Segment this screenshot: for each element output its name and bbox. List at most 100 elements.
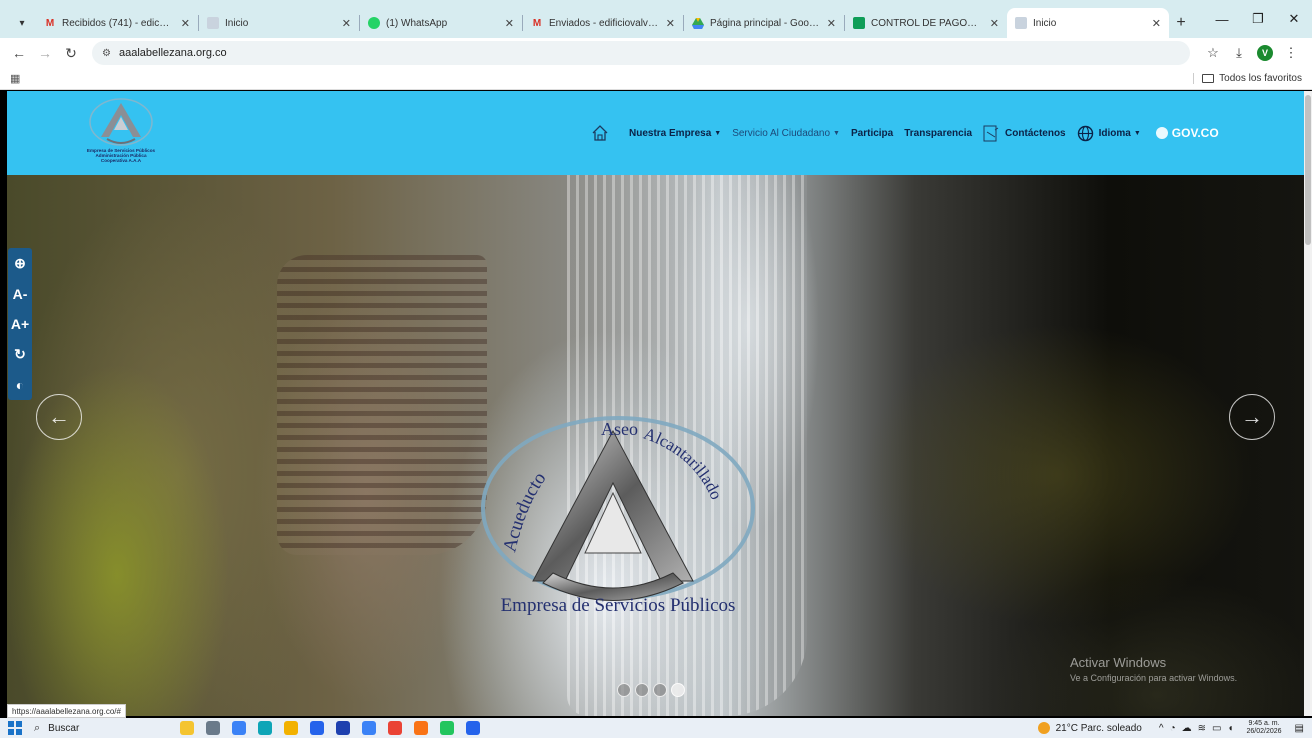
nav-servicio-ciudadano[interactable]: Servicio Al Ciudadano ▼ [732, 128, 840, 139]
reset-icon[interactable]: ↻ [14, 346, 26, 363]
store-icon[interactable] [310, 721, 324, 735]
govco-label: GOV.CO [1171, 126, 1219, 140]
site-info-icon[interactable]: ⚙ [102, 48, 111, 59]
nav-idioma[interactable]: Idioma ▼ [1077, 125, 1141, 142]
nav-contactenos[interactable]: Contáctenos [983, 125, 1066, 142]
tab-search-icon[interactable]: ▾ [8, 8, 36, 38]
accessibility-icon[interactable]: ⊕ [14, 255, 26, 272]
profile-avatar[interactable]: V [1257, 45, 1273, 61]
tab-title: CONTROL DE PAGOS VALVENTI [871, 17, 984, 29]
carousel-dot[interactable] [653, 683, 667, 697]
scrollbar-thumb[interactable] [1305, 95, 1311, 245]
hero-spillway-steps [277, 255, 487, 555]
app-icon[interactable] [336, 721, 350, 735]
close-tab-icon[interactable]: ✕ [1152, 17, 1161, 30]
tab-gmail-inbox[interactable]: M Recibidos (741) - edicugi@gma ✕ [36, 8, 198, 38]
accessibility-toolbar: ⊕ A- A+ ↻ ◐ [8, 248, 32, 400]
nav-nuestra-empresa[interactable]: Nuestra Empresa ▼ [629, 128, 721, 139]
nav-label: Contáctenos [1005, 127, 1066, 139]
tab-title: (1) WhatsApp [386, 17, 448, 29]
tab-inicio-1[interactable]: Inicio ✕ [199, 8, 359, 38]
tab-whatsapp[interactable]: (1) WhatsApp ✕ [360, 8, 522, 38]
widgets-icon[interactable] [232, 721, 246, 735]
windows-start-icon[interactable] [8, 721, 22, 735]
notifications-icon[interactable]: ▤ [1295, 723, 1304, 734]
nav-transparencia[interactable]: Transparencia [904, 128, 972, 139]
hero-carousel: Acueducto Alcantarillado Aseo Empresa de… [7, 175, 1304, 716]
close-tab-icon[interactable]: ✕ [181, 17, 190, 30]
address-bar[interactable]: ⚙ aaalabellezana.org.co [92, 41, 1190, 65]
carousel-indicators [617, 683, 689, 697]
main-nav: Nuestra Empresa ▼ Servicio Al Ciudadano ▼ … [591, 121, 1219, 145]
carousel-dot[interactable] [635, 683, 649, 697]
bookmark-star-icon[interactable]: ☆ [1200, 42, 1226, 64]
nav-label: Idioma [1098, 127, 1131, 139]
file-explorer-icon[interactable] [284, 721, 298, 735]
minimize-icon[interactable]: — [1204, 0, 1240, 38]
display-icon[interactable]: ▭ [1212, 723, 1221, 734]
close-window-icon[interactable]: ✕ [1276, 0, 1312, 38]
carousel-dot[interactable] [617, 683, 631, 697]
weather-temp[interactable]: 21°C [1056, 723, 1078, 734]
apps-grid-icon[interactable]: ▦ [10, 72, 20, 85]
skype-icon[interactable] [362, 721, 376, 735]
network-icon[interactable]: ◔ [1170, 723, 1176, 734]
site-logo-icon [207, 17, 219, 29]
all-bookmarks-button[interactable]: Todos los favoritos [1193, 73, 1302, 84]
close-tab-icon[interactable]: ✕ [666, 17, 675, 30]
back-icon[interactable]: ← [8, 42, 30, 64]
cloud-icon[interactable]: ☁ [1182, 723, 1192, 734]
caret-down-icon: ▼ [1133, 129, 1141, 137]
weather-desc[interactable]: Parc. soleado [1081, 723, 1142, 734]
volume-icon[interactable]: ◖ [1227, 723, 1233, 734]
arrow-left-icon: ← [48, 404, 70, 429]
home-icon[interactable] [591, 124, 609, 142]
chrome-icon[interactable] [388, 721, 402, 735]
forward-icon[interactable]: → [34, 42, 56, 64]
firefox-icon[interactable] [414, 721, 428, 735]
tab-strip: ▾ M Recibidos (741) - edicugi@gma ✕ Inic… [0, 0, 1312, 38]
logo-text-line: Cooperativa A.A.A [100, 158, 142, 163]
clock[interactable]: 9:45 a. m. 26/02/2026 [1247, 720, 1282, 736]
chevron-up-icon[interactable]: ^ [1159, 723, 1164, 734]
tab-gmail-sent[interactable]: M Enviados - edificiovalventusco ✕ [523, 8, 683, 38]
menu-icon[interactable]: ⋮ [1278, 42, 1304, 64]
download-icon[interactable]: ⤓ [1226, 42, 1252, 64]
tab-inicio-active[interactable]: Inicio ✕ [1007, 8, 1169, 38]
taskbar-search[interactable]: ⌕ Buscar [34, 722, 174, 735]
carousel-next-button[interactable]: → [1229, 394, 1275, 440]
new-tab-button[interactable]: + [1169, 8, 1193, 38]
edge-icon[interactable] [258, 721, 272, 735]
status-url-bubble: https://aaalabellezana.org.co/# [7, 704, 126, 718]
site-logo[interactable]: Empresa de Servicios Públicos Administra… [71, 97, 171, 171]
decrease-font-button[interactable]: A- [13, 286, 28, 302]
carousel-dot-active[interactable] [671, 683, 685, 697]
nav-participa[interactable]: Participa [851, 128, 893, 139]
weather-icon[interactable] [1037, 722, 1050, 734]
app-icon[interactable] [440, 721, 454, 735]
tab-google-drive[interactable]: Página principal - Google Drive ✕ [684, 8, 844, 38]
copilot-icon[interactable] [180, 721, 194, 735]
app-icon[interactable] [466, 721, 480, 735]
caret-down-icon: ▼ [714, 129, 722, 137]
restore-icon[interactable]: ❐ [1240, 0, 1276, 38]
tab-title: Enviados - edificiovalventusco [549, 17, 660, 29]
task-view-icon[interactable] [206, 721, 220, 735]
close-tab-icon[interactable]: ✕ [990, 17, 999, 30]
page-scrollbar[interactable] [1304, 91, 1312, 716]
window-controls: — ❐ ✕ [1204, 0, 1312, 38]
reload-icon[interactable]: ↻ [60, 42, 82, 64]
clock-time: 9:45 a. m. [1248, 720, 1280, 727]
folder-icon [1202, 74, 1215, 83]
contrast-icon[interactable]: ◐ [16, 377, 24, 393]
close-tab-icon[interactable]: ✕ [827, 17, 836, 30]
increase-font-button[interactable]: A+ [11, 316, 29, 332]
screen: ▾ M Recibidos (741) - edicugi@gma ✕ Inic… [0, 0, 1312, 738]
tab-control-pagos[interactable]: CONTROL DE PAGOS VALVENTI ✕ [845, 8, 1007, 38]
wifi-icon[interactable]: ≋ [1198, 723, 1206, 734]
govco-logo[interactable]: GOV.CO [1155, 126, 1219, 140]
close-tab-icon[interactable]: ✕ [505, 17, 514, 30]
tab-title: Recibidos (741) - edicugi@gma [62, 17, 175, 29]
close-tab-icon[interactable]: ✕ [342, 17, 351, 30]
carousel-prev-button[interactable]: ← [36, 394, 82, 440]
